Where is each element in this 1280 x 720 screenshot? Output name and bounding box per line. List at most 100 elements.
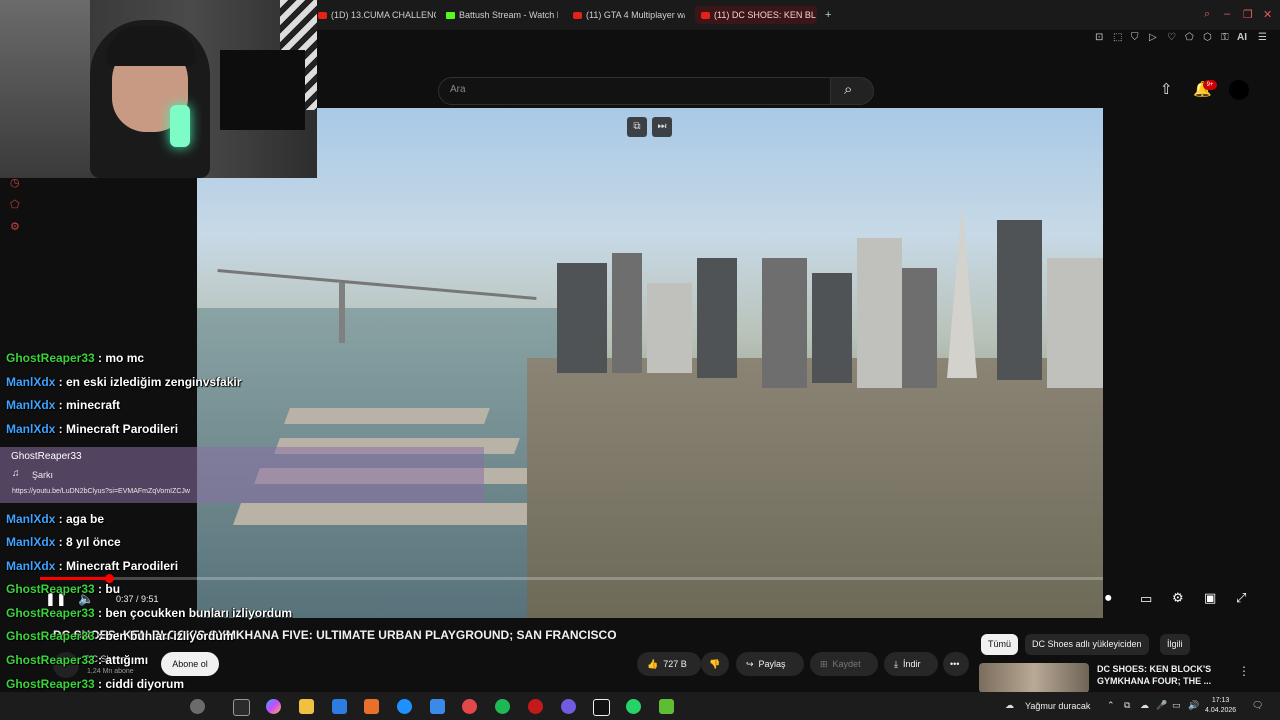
- download-button[interactable]: ⤓ İndir: [884, 652, 938, 676]
- search-input[interactable]: Ara: [438, 77, 832, 105]
- menu-icon[interactable]: ☰: [1258, 32, 1267, 43]
- progress-bar[interactable]: [40, 577, 1103, 580]
- upload-icon[interactable]: ⇧: [1160, 80, 1173, 98]
- discord-icon[interactable]: [561, 699, 576, 714]
- network-icon[interactable]: ▭: [1172, 700, 1181, 711]
- clock-date: 4.04.2026: [1205, 707, 1237, 714]
- bookmark-icon[interactable]: ⊡: [1095, 32, 1103, 43]
- app-icon[interactable]: [364, 699, 379, 714]
- chat-message: ManlXdx : Minecraft Parodileri: [6, 559, 178, 573]
- video-frame[interactable]: [197, 108, 1103, 618]
- share-label: Paylaş: [758, 659, 786, 669]
- store-icon[interactable]: [430, 699, 445, 714]
- whatsapp-icon[interactable]: [626, 699, 641, 714]
- new-tab-button[interactable]: +: [825, 6, 831, 24]
- chip-related[interactable]: İlgili: [1160, 634, 1190, 655]
- tab-label: (11) GTA 4 Multiplayer w/E: [586, 10, 685, 20]
- speaker-icon[interactable]: 🔊: [1188, 700, 1199, 711]
- tray-app-icon[interactable]: ⧉: [1124, 700, 1130, 711]
- cube-icon[interactable]: ⬡: [1203, 32, 1212, 43]
- video-bridge: [217, 269, 537, 300]
- miniplayer-icon[interactable]: ⧉: [627, 117, 647, 137]
- video-building: [902, 268, 937, 388]
- search-placeholder: Ara: [450, 84, 466, 95]
- search-button[interactable]: ⌕: [830, 77, 874, 105]
- recommended-thumbnail[interactable]: [979, 663, 1089, 693]
- heart-icon[interactable]: ♡: [1167, 32, 1176, 43]
- chat-username: GhostReaper33: [6, 582, 95, 596]
- theater-icon[interactable]: ▣: [1204, 590, 1216, 606]
- webcam-overlay: [0, 0, 317, 178]
- spotify-icon[interactable]: [495, 699, 510, 714]
- copilot-icon[interactable]: [266, 699, 281, 714]
- avatar[interactable]: [1229, 80, 1249, 100]
- weather-text[interactable]: Yağmur duracak: [1025, 701, 1090, 711]
- shield-icon[interactable]: ⛉: [1131, 32, 1139, 43]
- cloud-icon[interactable]: ☁: [1140, 700, 1149, 711]
- weather-icon[interactable]: ☁: [1005, 700, 1014, 711]
- chip-all[interactable]: Tümü: [981, 634, 1019, 655]
- song-request-label: Şarkı: [32, 470, 54, 480]
- chat-text: : Minecraft Parodileri: [55, 559, 179, 573]
- search-icon[interactable]: ⌕: [1204, 8, 1210, 21]
- tab-label: (11) DC SHOES: KEN BL: [714, 10, 816, 20]
- chat-text: : aga be: [55, 512, 105, 526]
- minimize-icon[interactable]: –: [1224, 8, 1230, 20]
- mail-icon[interactable]: [332, 699, 347, 714]
- file-explorer-icon[interactable]: [299, 699, 314, 714]
- edge-icon[interactable]: [397, 699, 412, 714]
- dislike-button[interactable]: 👎: [701, 652, 729, 676]
- tab-label: Battush Stream - Watch L: [459, 10, 558, 20]
- shorts-icon[interactable]: ⬠: [10, 198, 20, 211]
- chat-text: : mo mc: [94, 351, 145, 365]
- taskview-icon[interactable]: [233, 699, 250, 716]
- settings-icon[interactable]: ⚙: [1172, 590, 1184, 606]
- tab-label: (1D) 13.CUMA CHALLENG: [331, 10, 436, 20]
- more-actions-button[interactable]: •••: [943, 652, 969, 676]
- webcam-monitor: [220, 50, 305, 130]
- extensions-icon[interactable]: ⬠: [1185, 32, 1194, 43]
- share-button[interactable]: ↪ Paylaş: [736, 652, 804, 676]
- ai-button[interactable]: AI: [1237, 32, 1247, 43]
- search-icon: ⌕: [844, 81, 853, 98]
- browser-tab[interactable]: Battush Stream - Watch L: [446, 6, 558, 24]
- autoplay-toggle[interactable]: ⏺: [1105, 590, 1112, 606]
- browser-tab-active[interactable]: (11) DC SHOES: KEN BL: [695, 6, 817, 24]
- chrome-icon[interactable]: [462, 699, 477, 714]
- save-label: Kaydet: [832, 659, 861, 669]
- captions-icon[interactable]: ▭: [1140, 591, 1152, 607]
- opera-icon[interactable]: [528, 699, 543, 714]
- thumbs-down-icon: 👎: [709, 658, 721, 669]
- chat-text: : ben çocukken bunları izliyordum: [94, 606, 293, 620]
- recommended-title[interactable]: DC SHOES: KEN BLOCK'S GYMKHANA FOUR; THE…: [1097, 663, 1227, 687]
- chat-text: : 8 yıl önce: [55, 535, 121, 549]
- play-icon[interactable]: ▷: [1149, 32, 1157, 43]
- browser-tab[interactable]: (11) GTA 4 Multiplayer w/E: [573, 6, 685, 24]
- browser-tab[interactable]: (1D) 13.CUMA CHALLENG: [318, 6, 436, 24]
- chat-username: ManlXdx: [6, 559, 56, 573]
- fullscreen-icon[interactable]: ⤢: [1236, 590, 1246, 606]
- subscribe-button[interactable]: Abone ol: [161, 652, 219, 676]
- capcut-icon[interactable]: [593, 699, 610, 716]
- settings-icon[interactable]: ⚙: [10, 220, 20, 233]
- save-button[interactable]: ⊞ Kaydet: [810, 652, 878, 676]
- chevron-up-icon[interactable]: ⌃: [1107, 700, 1115, 711]
- taskbar-bird-icon[interactable]: [190, 699, 205, 714]
- lock-icon[interactable]: ⚿: [1221, 32, 1229, 43]
- like-button[interactable]: 👍 727 B: [637, 652, 701, 676]
- restore-icon[interactable]: ❐: [1243, 8, 1253, 21]
- mic-icon[interactable]: 🎤: [1156, 700, 1167, 711]
- clock[interactable]: 17:13 4.04.2026: [1205, 696, 1236, 716]
- chat-text: : en eski izlediğim zenginvsfakir: [55, 375, 242, 389]
- video-building: [1047, 258, 1103, 388]
- minecraft-icon[interactable]: [659, 699, 674, 714]
- download-label: İndir: [902, 659, 921, 669]
- chat-text: : ciddi diyorum: [94, 677, 185, 691]
- chat-text: : attığımı: [94, 653, 149, 667]
- close-icon[interactable]: ✕: [1263, 8, 1272, 21]
- skip-icon[interactable]: ⏭: [652, 117, 672, 137]
- snapshot-icon[interactable]: ⬚: [1113, 32, 1122, 43]
- notifications-icon[interactable]: 🗨: [1252, 700, 1263, 711]
- more-vert-icon[interactable]: ⋮: [1238, 664, 1250, 678]
- chip-channel[interactable]: DC Shoes adlı yükleyiciden: [1025, 634, 1149, 655]
